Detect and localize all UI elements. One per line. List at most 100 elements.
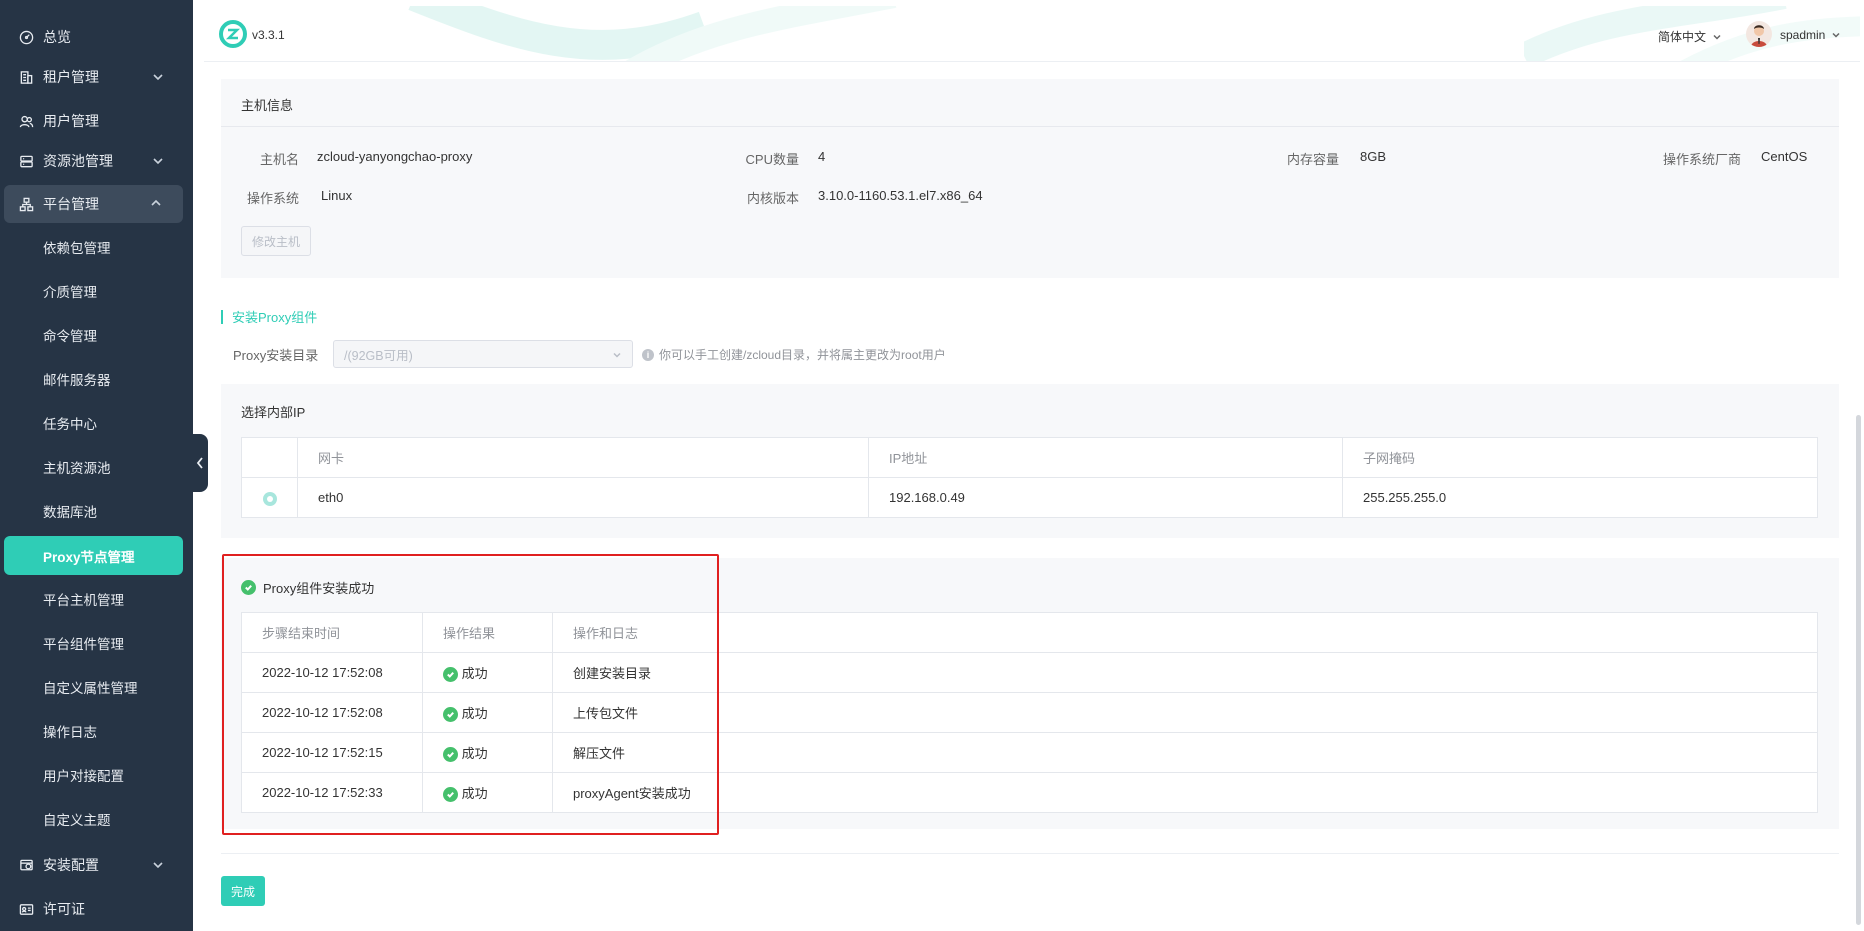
sidebar-sub-item[interactable]: 任务中心 — [0, 405, 193, 441]
ip-table: 网卡 IP地址 子网掩码 eth0 192.168.0.49 255.255.2… — [241, 437, 1818, 518]
building-icon — [18, 69, 34, 85]
hint-text: 你可以手工创建/zcloud目录，并将属主更改为root用户 — [659, 348, 946, 362]
sidebar-sub-item[interactable]: 依赖包管理 — [0, 229, 193, 265]
host-info-panel: 主机信息 主机名 zcloud-yanyongchao-proxy CPU数量 … — [221, 79, 1839, 278]
cpu-value: 4 — [818, 149, 826, 164]
sidebar-collapse-toggle[interactable] — [192, 434, 208, 492]
section-accent-bar — [221, 309, 223, 324]
sidebar-sub-item[interactable]: 平台组件管理 — [0, 625, 193, 661]
internal-ip-title: 选择内部IP — [241, 405, 306, 420]
sidebar-item-users[interactable]: 用户管理 — [0, 103, 193, 139]
highlight-annotation-box — [222, 554, 719, 835]
divider — [221, 853, 1839, 854]
sidebar: 总览 租户管理 用户管理 资源池管理 平台管理 依赖包管理 介质管理 命令管理 … — [0, 0, 193, 931]
cpu-label: CPU数量 — [745, 152, 799, 167]
ip-row-radio[interactable] — [262, 491, 277, 506]
os-label: 操作系统 — [246, 191, 299, 206]
done-button[interactable]: 完成 — [221, 876, 265, 906]
sidebar-sub-item[interactable]: 自定义主题 — [0, 801, 193, 837]
sidebar-sub-item[interactable]: 平台主机管理 — [0, 581, 193, 617]
sidebar-item-license[interactable]: 许可证 — [0, 891, 193, 927]
os-vendor-value: CentOS — [1761, 149, 1808, 164]
avatar[interactable] — [1746, 21, 1772, 47]
sidebar-item-platform[interactable]: 平台管理 — [4, 185, 183, 223]
step-action-cell: 创建安装目录 — [552, 652, 1818, 693]
chevron-down-icon — [151, 70, 165, 84]
hostname-value: zcloud-yanyongchao-proxy — [317, 149, 473, 164]
host-info-title: 主机信息 — [241, 98, 294, 113]
sidebar-sub-item[interactable]: 介质管理 — [0, 273, 193, 309]
install-dir-select[interactable]: /(92GB可用) — [333, 340, 633, 368]
chevron-down-icon — [613, 352, 621, 358]
username: spadmin — [1780, 28, 1826, 42]
install-section-title: 安装Proxy组件 — [232, 310, 318, 325]
nic-cell: eth0 — [297, 477, 869, 518]
chevron-up-icon — [149, 196, 163, 210]
database-icon — [18, 153, 34, 169]
sidebar-sub-item[interactable]: 用户对接配置 — [0, 757, 193, 793]
sidebar-item-label: 平台管理 — [43, 196, 99, 212]
install-dir-label: Proxy安装目录 — [233, 348, 319, 363]
table-row[interactable]: eth0 192.168.0.49 255.255.255.0 — [241, 477, 1818, 518]
ip-cell: 192.168.0.49 — [868, 477, 1343, 518]
step-action-cell: 解压文件 — [552, 732, 1818, 773]
sidebar-item-install-config[interactable]: 安装配置 — [0, 847, 193, 883]
chevron-down-icon — [1713, 34, 1721, 40]
top-header: v3.3.1 简体中文 spadmin — [204, 6, 1860, 62]
sidebar-item-resource-pools[interactable]: 资源池管理 — [0, 143, 193, 179]
mask-cell: 255.255.255.0 — [1342, 477, 1818, 518]
sidebar-item-label: 资源池管理 — [43, 153, 113, 169]
sidebar-sub-item[interactable]: 数据库池 — [0, 493, 193, 529]
sidebar-sub-item[interactable]: 操作日志 — [0, 713, 193, 749]
step-action-cell: proxyAgent安装成功 — [552, 772, 1818, 813]
internal-ip-panel: 选择内部IP 网卡 IP地址 子网掩码 eth0 192.168.0.49 25… — [221, 384, 1839, 538]
edit-host-button[interactable]: 修改主机 — [241, 226, 311, 256]
chevron-down-icon — [151, 154, 165, 168]
header-decoration — [408, 6, 897, 61]
chevron-down-icon — [151, 858, 165, 872]
sidebar-sub-item[interactable]: 自定义属性管理 — [0, 669, 193, 705]
users-icon — [18, 113, 34, 129]
hostname-label: 主机名 — [259, 152, 299, 167]
kernel-value: 3.10.0-1160.53.1.el7.x86_64 — [818, 188, 983, 203]
language-selector[interactable]: 简体中文 — [1658, 28, 1722, 45]
app-version: v3.3.1 — [252, 28, 285, 42]
language-label: 简体中文 — [1658, 30, 1707, 44]
install-section-header: 安装Proxy组件 — [221, 307, 317, 326]
install-dir-hint: i 你可以手工创建/zcloud目录，并将属主更改为root用户 — [642, 346, 946, 363]
sidebar-item-label: 租户管理 — [43, 69, 99, 85]
ip-table-header: IP地址 — [868, 437, 1343, 478]
info-icon: i — [642, 348, 654, 361]
sidebar-item-label: 用户管理 — [43, 113, 99, 129]
ip-table-header: 子网掩码 — [1342, 437, 1818, 478]
divider — [221, 126, 1839, 127]
step-action-cell: 上传包文件 — [552, 692, 1818, 733]
install-icon — [18, 857, 34, 873]
sidebar-sub-item[interactable]: 邮件服务器 — [0, 361, 193, 397]
sidebar-sub-item-proxy-nodes[interactable]: Proxy节点管理 — [4, 536, 183, 575]
memory-value: 8GB — [1360, 149, 1387, 164]
chevron-left-icon — [196, 457, 203, 469]
page-scrollbar[interactable] — [1856, 415, 1861, 925]
os-vendor-label: 操作系统厂商 — [1662, 152, 1741, 167]
chevron-down-icon — [1832, 32, 1840, 38]
sidebar-item-overview[interactable]: 总览 — [0, 19, 193, 55]
steps-table-header: 操作和日志 — [552, 612, 1818, 653]
sidebar-item-label: 安装配置 — [43, 857, 99, 873]
install-dir-value: /(92GB可用) — [344, 348, 413, 363]
sidebar-sub-item[interactable]: 命令管理 — [0, 317, 193, 353]
memory-label: 内存容量 — [1286, 152, 1339, 167]
ip-table-header: 网卡 — [297, 437, 869, 478]
sidebar-item-tenants[interactable]: 租户管理 — [0, 59, 193, 95]
dashboard-icon — [18, 29, 34, 45]
sidebar-item-label: 许可证 — [43, 901, 85, 917]
app-logo — [219, 20, 247, 48]
user-menu[interactable]: spadmin — [1780, 28, 1841, 42]
ip-row-radio-cell[interactable] — [241, 477, 298, 518]
sitemap-icon — [18, 196, 34, 212]
os-value: Linux — [321, 188, 353, 203]
kernel-label: 内核版本 — [746, 191, 799, 206]
license-icon — [18, 901, 34, 917]
sidebar-sub-item[interactable]: 主机资源池 — [0, 449, 193, 485]
ip-table-select-col — [241, 437, 298, 478]
